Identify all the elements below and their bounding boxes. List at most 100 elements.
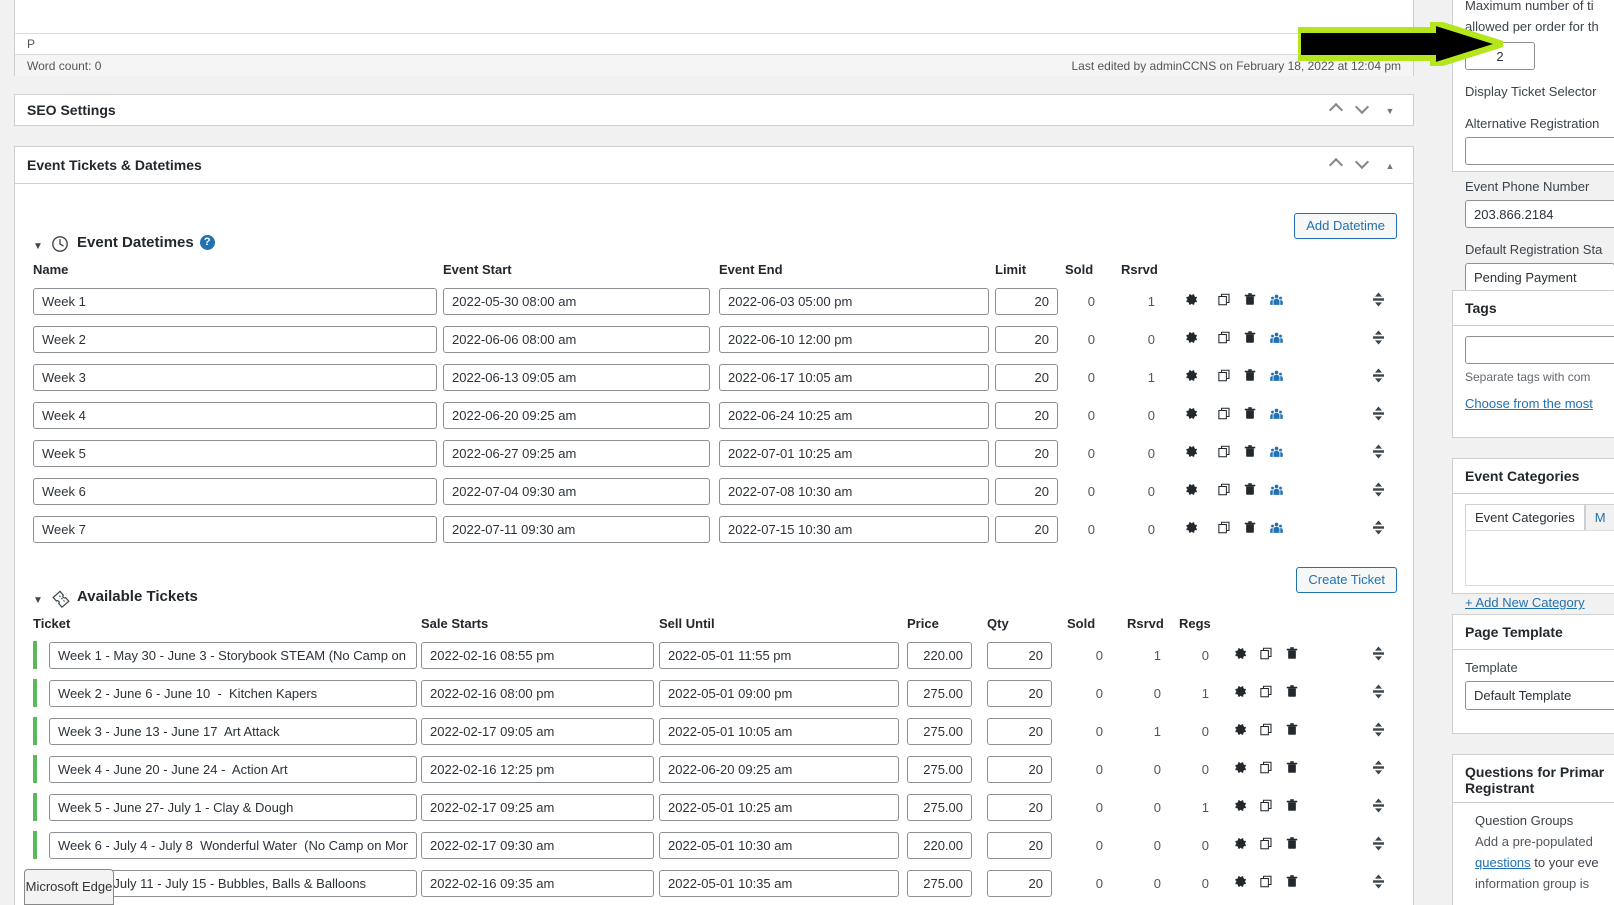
- ticket-name-input[interactable]: [49, 717, 417, 745]
- ticket-sell-until-input[interactable]: [659, 641, 899, 669]
- ticket-qty-input[interactable]: [987, 755, 1052, 783]
- datetime-settings-icon[interactable]: [1171, 510, 1211, 548]
- datetime-registrations-icon[interactable]: [1263, 472, 1289, 510]
- ticket-delete-icon[interactable]: [1279, 674, 1305, 712]
- ticket-qty-input[interactable]: [987, 679, 1052, 707]
- datetime-limit-input[interactable]: [995, 325, 1058, 353]
- datetime-delete-icon[interactable]: [1237, 396, 1263, 434]
- event-categories-list[interactable]: [1465, 530, 1614, 586]
- ticket-settings-icon[interactable]: [1227, 826, 1253, 864]
- datetime-start-input[interactable]: [443, 515, 710, 543]
- seo-collapse-toggle[interactable]: ▼: [1377, 95, 1403, 125]
- datetime-settings-icon[interactable]: [1171, 472, 1211, 510]
- datetime-sort-handle[interactable]: [1315, 358, 1393, 396]
- datetime-name-input[interactable]: [33, 325, 437, 353]
- ticket-delete-icon[interactable]: [1279, 788, 1305, 826]
- datetime-delete-icon[interactable]: [1237, 358, 1263, 396]
- ticket-settings-icon[interactable]: [1227, 788, 1253, 826]
- datetime-duplicate-icon[interactable]: [1211, 358, 1237, 396]
- datetime-start-input[interactable]: [443, 401, 710, 429]
- event-datetimes-collapse-toggle[interactable]: ▼: [33, 242, 43, 252]
- event-phone-number-input[interactable]: [1465, 200, 1614, 228]
- ticket-sort-handle[interactable]: [1305, 712, 1393, 750]
- ticket-qty-input[interactable]: [987, 869, 1052, 897]
- ticket-duplicate-icon[interactable]: [1253, 826, 1279, 864]
- datetime-name-input[interactable]: [33, 287, 437, 315]
- datetime-name-input[interactable]: [33, 363, 437, 391]
- ticket-sort-handle[interactable]: [1305, 788, 1393, 826]
- ticket-sell-until-input[interactable]: [659, 717, 899, 745]
- datetime-sort-handle[interactable]: [1315, 434, 1393, 472]
- ticket-name-input[interactable]: [49, 679, 417, 707]
- ticket-sale-starts-input[interactable]: [421, 793, 654, 821]
- seo-move-up-button[interactable]: [1323, 95, 1349, 125]
- tags-input[interactable]: [1465, 336, 1614, 364]
- datetime-delete-icon[interactable]: [1237, 320, 1263, 358]
- datetime-limit-input[interactable]: [995, 477, 1058, 505]
- datetime-name-input[interactable]: [33, 477, 437, 505]
- datetime-registrations-icon[interactable]: [1263, 282, 1289, 320]
- choose-from-most-used-tags-link[interactable]: Choose from the most: [1465, 396, 1593, 411]
- create-ticket-button[interactable]: Create Ticket: [1296, 567, 1397, 593]
- datetime-sort-handle[interactable]: [1315, 510, 1393, 548]
- datetime-end-input[interactable]: [719, 477, 989, 505]
- datetime-sort-handle[interactable]: [1315, 472, 1393, 510]
- datetime-name-input[interactable]: [33, 515, 437, 543]
- datetime-settings-icon[interactable]: [1171, 282, 1211, 320]
- ticket-settings-icon[interactable]: [1227, 636, 1253, 674]
- datetime-limit-input[interactable]: [995, 287, 1058, 315]
- datetime-duplicate-icon[interactable]: [1211, 472, 1237, 510]
- ticket-sort-handle[interactable]: [1305, 636, 1393, 674]
- ticket-price-input[interactable]: [907, 793, 972, 821]
- ticket-settings-icon[interactable]: [1227, 712, 1253, 750]
- ticket-sale-starts-input[interactable]: [421, 679, 654, 707]
- datetime-sort-handle[interactable]: [1315, 396, 1393, 434]
- datetime-start-input[interactable]: [443, 287, 710, 315]
- datetime-limit-input[interactable]: [995, 439, 1058, 467]
- datetime-start-input[interactable]: [443, 477, 710, 505]
- datetime-registrations-icon[interactable]: [1263, 510, 1289, 548]
- ticket-sell-until-input[interactable]: [659, 869, 899, 897]
- datetime-end-input[interactable]: [719, 439, 989, 467]
- datetime-settings-icon[interactable]: [1171, 320, 1211, 358]
- ticket-qty-input[interactable]: [987, 831, 1052, 859]
- datetime-delete-icon[interactable]: [1237, 472, 1263, 510]
- datetime-settings-icon[interactable]: [1171, 358, 1211, 396]
- datetime-registrations-icon[interactable]: [1263, 396, 1289, 434]
- ticket-duplicate-icon[interactable]: [1253, 750, 1279, 788]
- tab-event-categories[interactable]: Event Categories: [1465, 504, 1585, 530]
- ticket-duplicate-icon[interactable]: [1253, 712, 1279, 750]
- ticket-sort-handle[interactable]: [1305, 826, 1393, 864]
- ticket-delete-icon[interactable]: [1279, 712, 1305, 750]
- etd-collapse-toggle[interactable]: ▲: [1377, 147, 1403, 183]
- ticket-qty-input[interactable]: [987, 793, 1052, 821]
- editor-text-area[interactable]: [15, 0, 1413, 33]
- datetime-name-input[interactable]: [33, 401, 437, 429]
- ticket-qty-input[interactable]: [987, 717, 1052, 745]
- datetime-duplicate-icon[interactable]: [1211, 434, 1237, 472]
- datetime-registrations-icon[interactable]: [1263, 434, 1289, 472]
- ticket-sort-handle[interactable]: [1305, 674, 1393, 712]
- ticket-sale-starts-input[interactable]: [421, 831, 654, 859]
- ticket-duplicate-icon[interactable]: [1253, 864, 1279, 902]
- ticket-name-input[interactable]: [49, 641, 417, 669]
- ticket-sell-until-input[interactable]: [659, 831, 899, 859]
- seo-settings-header[interactable]: SEO Settings ▼: [15, 95, 1413, 126]
- datetime-settings-icon[interactable]: [1171, 396, 1211, 434]
- datetime-sort-handle[interactable]: [1315, 282, 1393, 320]
- ticket-delete-icon[interactable]: [1279, 864, 1305, 902]
- template-select[interactable]: Default Template: [1465, 681, 1614, 710]
- etd-move-down-button[interactable]: [1349, 147, 1375, 183]
- ticket-name-input[interactable]: [49, 831, 417, 859]
- ticket-delete-icon[interactable]: [1279, 826, 1305, 864]
- add-datetime-button[interactable]: Add Datetime: [1294, 213, 1397, 239]
- datetime-limit-input[interactable]: [995, 363, 1058, 391]
- ticket-duplicate-icon[interactable]: [1253, 674, 1279, 712]
- ticket-price-input[interactable]: [907, 831, 972, 859]
- event-tickets-datetimes-header[interactable]: Event Tickets & Datetimes ▲: [15, 147, 1413, 184]
- ticket-sale-starts-input[interactable]: [421, 869, 654, 897]
- ticket-sale-starts-input[interactable]: [421, 717, 654, 745]
- datetime-registrations-icon[interactable]: [1263, 358, 1289, 396]
- default-registration-status-select[interactable]: Pending Payment: [1465, 263, 1614, 292]
- ticket-qty-input[interactable]: [987, 641, 1052, 669]
